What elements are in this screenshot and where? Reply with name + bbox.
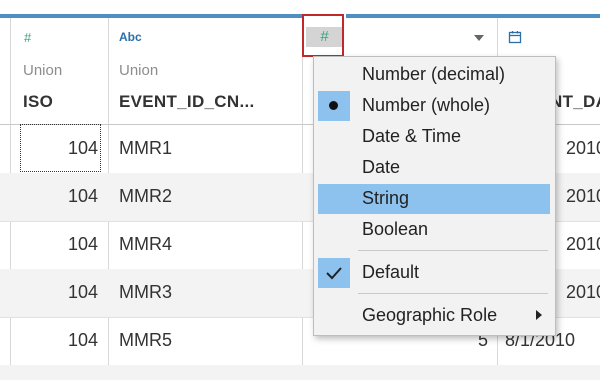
column-name[interactable]: EVENT_ID_CN... bbox=[119, 92, 255, 112]
cell-date[interactable]: 2010 bbox=[566, 282, 600, 303]
cell-iso[interactable]: 104 bbox=[20, 186, 98, 207]
cell-iso[interactable]: 104 bbox=[20, 282, 98, 303]
menu-item-date-time[interactable]: Date & Time bbox=[318, 122, 550, 152]
bullet-icon bbox=[329, 101, 338, 110]
menu-item-string[interactable]: String bbox=[318, 184, 550, 214]
menu-item-boolean[interactable]: Boolean bbox=[318, 215, 550, 245]
menu-separator bbox=[358, 293, 548, 294]
column-header-bar bbox=[0, 0, 600, 20]
data-type-menu: Number (decimal) Number (whole) Date & T… bbox=[313, 56, 556, 336]
chevron-right-icon bbox=[536, 310, 542, 320]
menu-item-label: String bbox=[362, 188, 410, 208]
selected-marker bbox=[318, 258, 350, 288]
cell-iso[interactable]: 104 bbox=[20, 330, 98, 351]
chevron-down-icon[interactable] bbox=[474, 35, 484, 41]
menu-item-geographic-role[interactable]: Geographic Role bbox=[318, 301, 550, 331]
cell-date[interactable]: 2010 bbox=[566, 186, 600, 207]
cell-event-id[interactable]: MMR2 bbox=[119, 186, 172, 207]
menu-item-label: Date & Time bbox=[362, 126, 462, 146]
menu-item-number-decimal[interactable]: Number (decimal) bbox=[318, 60, 550, 90]
cell-event-id[interactable]: MMR5 bbox=[119, 330, 172, 351]
menu-item-label: Date bbox=[362, 157, 401, 177]
column-source: Union bbox=[119, 62, 159, 79]
selected-marker bbox=[318, 91, 350, 121]
cell-focus-outline bbox=[20, 124, 101, 172]
string-type-icon[interactable]: Abc bbox=[119, 30, 142, 44]
menu-item-label: Geographic Role bbox=[362, 305, 498, 325]
calendar-icon[interactable] bbox=[508, 30, 522, 49]
menu-item-label: Number (decimal) bbox=[362, 64, 506, 84]
menu-separator bbox=[358, 250, 548, 251]
checkmark-icon bbox=[326, 267, 342, 280]
cell-iso[interactable]: 104 bbox=[20, 234, 98, 255]
column-name[interactable]: ISO bbox=[23, 92, 53, 112]
header-accent-line bbox=[0, 14, 303, 18]
cell-date[interactable]: 2010 bbox=[566, 138, 600, 159]
menu-item-label: Boolean bbox=[362, 219, 429, 239]
number-icon[interactable]: # bbox=[24, 30, 31, 45]
menu-item-default[interactable]: Default bbox=[318, 258, 550, 288]
cell-event-id[interactable]: MMR3 bbox=[119, 282, 172, 303]
menu-item-label: Default bbox=[362, 262, 420, 282]
cell-date[interactable]: 2010 bbox=[566, 234, 600, 255]
menu-item-number-whole[interactable]: Number (whole) bbox=[318, 91, 550, 121]
cell-event-id[interactable]: MMR1 bbox=[119, 138, 172, 159]
table-row[interactable] bbox=[0, 365, 600, 380]
highlight-box bbox=[302, 14, 344, 57]
menu-item-label: Number (whole) bbox=[362, 95, 491, 115]
column-name[interactable]: NT_DA bbox=[550, 92, 600, 112]
header-accent-line bbox=[346, 14, 600, 18]
column-source: Union bbox=[23, 62, 63, 79]
menu-item-date[interactable]: Date bbox=[318, 153, 550, 183]
cell-event-id[interactable]: MMR4 bbox=[119, 234, 172, 255]
